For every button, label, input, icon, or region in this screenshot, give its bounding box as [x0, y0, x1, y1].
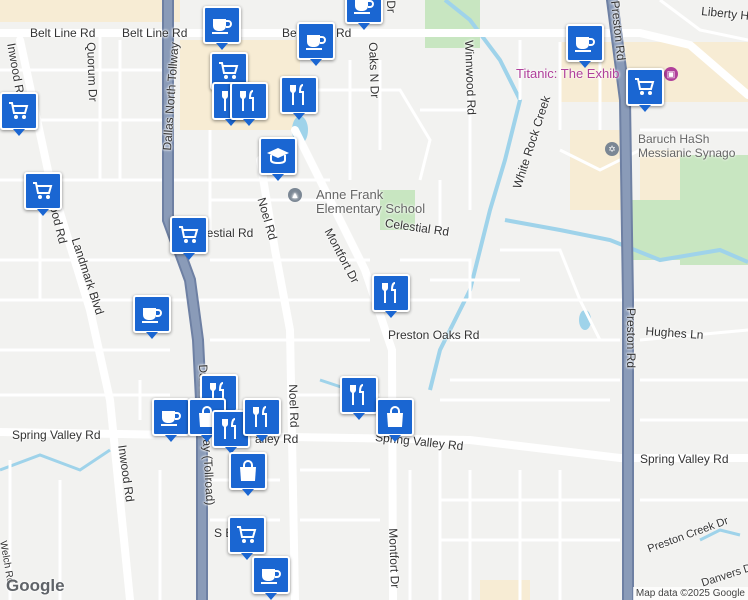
road-label-celestial-rd: lestial Rd — [204, 226, 254, 240]
shopping-cart-marker[interactable] — [626, 68, 664, 112]
shopping-cart-marker[interactable] — [24, 172, 62, 216]
road-label-montfort-dr: Montfort Dr — [386, 528, 403, 589]
school-icon: ▲ — [288, 187, 302, 202]
cafe-marker[interactable] — [133, 295, 171, 339]
restaurant-icon — [290, 84, 304, 105]
restaurant-icon — [253, 406, 267, 427]
restaurant-icon — [382, 282, 396, 303]
road-label-oaks-n-dr: Oaks N Dr — [366, 42, 382, 99]
map-view[interactable]: Belt Line Rd Belt Line Rd Be Rd Inwood R… — [0, 0, 748, 600]
shopping-cart-marker[interactable] — [228, 516, 266, 560]
cafe-icon — [306, 35, 326, 50]
road-label-spring-valley-rd: Spring Valley Rd — [640, 452, 729, 466]
shopping-bag-marker[interactable] — [229, 452, 267, 496]
museum-icon: ▣ — [664, 67, 678, 81]
baruch-poi[interactable]: Baruch HaSh Messianic Synago — [638, 132, 735, 160]
restaurant-marker[interactable] — [280, 76, 318, 120]
cafe-icon — [575, 37, 595, 52]
shopping-cart-icon — [635, 78, 655, 95]
road-label-winnwood-rd: Winnwood Rd — [462, 40, 479, 116]
restaurant-icon — [222, 418, 236, 439]
road-label-dr-fragment: Dr — [384, 0, 399, 14]
school-name-line2: Elementary School — [316, 201, 426, 216]
road-label-belt-line-rd-fragment: Rd — [336, 26, 352, 40]
road-label-belt-line-rd: Belt Line Rd — [30, 26, 96, 40]
cafe-marker[interactable] — [566, 24, 604, 68]
road-label-preston-oaks-rd: Preston Oaks Rd — [388, 328, 480, 342]
google-logo: Google — [6, 576, 65, 595]
road-label-preston-rd: Preston Rd — [624, 308, 638, 369]
cafe-icon — [212, 19, 232, 34]
church-icon: ✡ — [605, 142, 619, 156]
cafe-icon — [354, 0, 374, 14]
shopping-cart-icon — [219, 62, 239, 79]
road-label-quorum-dr: Quorum Dr — [84, 42, 101, 102]
restaurant-marker[interactable] — [230, 82, 268, 126]
shopping-cart-marker[interactable] — [0, 92, 38, 136]
restaurant-marker[interactable] — [372, 274, 410, 318]
shopping-bag-marker[interactable] — [376, 398, 414, 442]
shopping-cart-icon — [237, 526, 257, 543]
shopping-bag-icon — [387, 406, 403, 427]
road-label-spring-valley-rd: Spring Valley Rd — [12, 428, 101, 442]
shopping-bag-icon — [240, 460, 256, 481]
map-attribution: Map data ©2025 Google — [632, 587, 748, 600]
baruch-name-line1: Baruch HaSh — [638, 132, 710, 146]
road-label-belt-line-rd-fragment: Be — [282, 26, 297, 40]
graduation-cap-icon — [267, 148, 289, 165]
restaurant-marker[interactable] — [340, 376, 378, 420]
school-marker[interactable] — [259, 137, 297, 181]
restaurant-marker[interactable] — [243, 398, 281, 442]
cafe-icon — [142, 308, 162, 323]
cafe-marker[interactable] — [203, 6, 241, 50]
shopping-cart-icon — [9, 102, 29, 119]
shopping-cart-icon — [179, 226, 199, 243]
titanic-label: Titanic: The Exhib — [516, 66, 620, 81]
cafe-marker[interactable] — [252, 556, 290, 600]
cafe-icon — [261, 569, 281, 584]
school-name-line1: Anne Frank — [316, 187, 384, 202]
restaurant-icon — [240, 90, 254, 111]
cafe-marker[interactable] — [345, 0, 383, 30]
cafe-icon — [161, 411, 181, 426]
cafe-marker[interactable] — [152, 398, 190, 442]
restaurant-icon — [350, 384, 364, 405]
road-label-belt-line-rd: Belt Line Rd — [122, 26, 188, 40]
baruch-name-line2: Messianic Synago — [638, 146, 736, 160]
titanic-poi[interactable]: Titanic: The Exhib — [516, 66, 619, 81]
road-label-noel-rd: Noel Rd — [286, 384, 302, 428]
shopping-cart-marker[interactable] — [170, 216, 208, 260]
school-poi[interactable]: ▲ Anne Frank Elementary School — [288, 187, 425, 216]
cafe-marker[interactable] — [297, 22, 335, 66]
shopping-cart-icon — [33, 182, 53, 199]
